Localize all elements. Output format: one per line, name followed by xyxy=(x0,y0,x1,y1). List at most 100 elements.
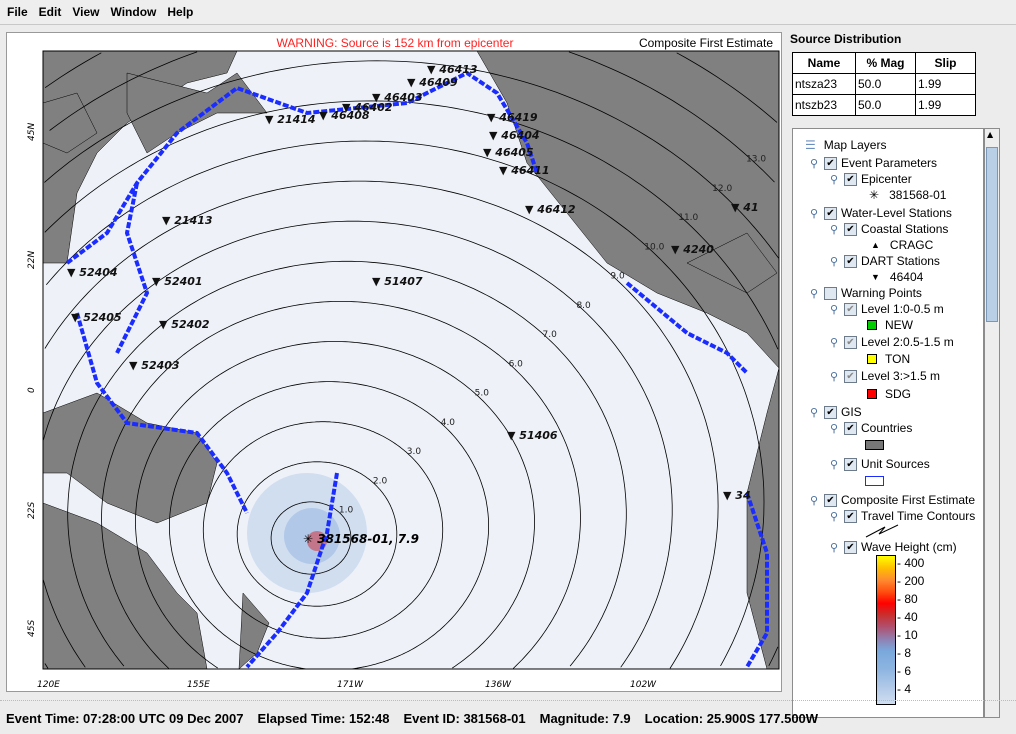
dart-station-label[interactable]: ▼ 51407 xyxy=(372,275,423,288)
lat-label: 22N xyxy=(27,251,37,269)
checkbox-dart[interactable]: ✔ xyxy=(844,254,857,268)
legend-tick: - 8 xyxy=(897,646,912,660)
expand-pin-icon[interactable]: ⚲ xyxy=(830,510,844,523)
table-row[interactable]: ntszb23 50.0 1.99 xyxy=(792,94,976,116)
location: Location: 25.900S 177.500W xyxy=(644,711,819,726)
expand-pin-icon[interactable]: ⚲ xyxy=(830,422,844,435)
expand-pin-icon[interactable]: ⚲ xyxy=(810,157,824,170)
lat-label: 45N xyxy=(27,123,37,141)
layer-gis: GIS xyxy=(841,405,862,419)
menu-bar: File Edit View Window Help xyxy=(0,0,1016,25)
contour-label: 3.0 xyxy=(407,447,422,457)
menu-help[interactable]: Help xyxy=(164,5,201,19)
layer-tree-scrollbar[interactable]: ▲ xyxy=(984,128,1000,718)
lon-label: 102W xyxy=(630,680,657,690)
checkbox-unit-sources[interactable]: ✔ xyxy=(844,457,857,471)
checkbox-level2[interactable]: ✔ xyxy=(844,335,857,349)
table-row[interactable]: ntsza23 50.0 1.99 xyxy=(792,73,976,95)
dart-station-label[interactable]: ▼ 46404 xyxy=(489,129,540,142)
checkbox-coastal[interactable]: ✔ xyxy=(844,222,857,236)
scroll-thumb[interactable] xyxy=(986,147,998,322)
expand-pin-icon[interactable]: ⚲ xyxy=(830,255,844,268)
legend-tick: - 6 xyxy=(897,664,912,678)
layer-travel-time: Travel Time Contours xyxy=(861,509,976,523)
checkbox-travel-time[interactable]: ✔ xyxy=(844,509,857,523)
expand-pin-icon[interactable]: ⚲ xyxy=(830,223,844,236)
layer-event-parameters: Event Parameters xyxy=(841,156,938,170)
menu-view[interactable]: View xyxy=(69,5,107,19)
expand-pin-icon[interactable]: ⚲ xyxy=(830,336,844,349)
dart-station-label[interactable]: ▼ 52402 xyxy=(159,318,210,331)
checkbox-composite[interactable]: ✔ xyxy=(824,493,837,507)
layer-dart: DART Stations xyxy=(861,254,940,268)
layer-coastal: Coastal Stations xyxy=(861,222,949,236)
status-bar: Event Time: 07:28:00 UTC 09 Dec 2007 Elap… xyxy=(0,700,1016,734)
expand-pin-icon[interactable]: ⚲ xyxy=(810,287,824,300)
contour-label: 6.0 xyxy=(509,359,524,369)
event-id: Event ID: 381568-01 xyxy=(403,711,526,726)
legend-tick: - 10 xyxy=(897,628,918,642)
dart-station-label[interactable]: ▼ 52401 xyxy=(152,275,203,288)
dart-station-label[interactable]: ▼ 46409 xyxy=(407,76,458,89)
map-panel[interactable]: 1.0 2.0 3.0 4.0 5.0 6.0 7.0 8.0 9.0 10.0 11.0 12.0 1… xyxy=(6,32,782,692)
dart-station-label[interactable]: ▼ 21413 xyxy=(162,214,213,227)
checkbox-epicenter[interactable]: ✔ xyxy=(844,172,857,186)
layer-composite: Composite First Estimate xyxy=(841,493,976,507)
coastal-item: CRAGC xyxy=(889,238,934,252)
dart-station-label[interactable]: ▼ 51406 xyxy=(507,429,558,442)
dart-station-label[interactable]: ▼ 34 xyxy=(723,489,751,502)
expand-pin-icon[interactable]: ⚲ xyxy=(830,370,844,383)
checkbox-countries[interactable]: ✔ xyxy=(844,421,857,435)
cell: 50.0 xyxy=(855,73,916,95)
dart-station-label[interactable]: ▼ 46411 xyxy=(499,164,550,177)
dart-station-label[interactable]: ▼ 52404 xyxy=(67,266,118,279)
dart-station-label[interactable]: ▼ 21414 xyxy=(265,113,316,126)
lat-label: 22S xyxy=(27,502,37,519)
checkbox-level1[interactable]: ✔ xyxy=(844,302,857,316)
dart-station-label[interactable]: ▼ 46413 xyxy=(427,63,478,76)
contour-line-icon xyxy=(865,524,899,538)
source-distribution-table: Name % Mag Slip ntsza23 50.0 1.99 ntszb2… xyxy=(792,52,976,116)
cell: 1.99 xyxy=(915,94,976,116)
checkbox-water-level[interactable]: ✔ xyxy=(824,206,837,220)
checkbox-gis[interactable]: ✔ xyxy=(824,405,837,419)
col-slip[interactable]: Slip xyxy=(915,52,976,74)
dart-station-label[interactable]: ▼ 46408 xyxy=(319,109,370,122)
expand-pin-icon[interactable]: ⚲ xyxy=(810,406,824,419)
checkbox-warning-points[interactable] xyxy=(824,286,837,300)
dart-station-label[interactable]: ▼ 52405 xyxy=(71,311,122,324)
layers-icon: ☰ xyxy=(805,138,816,152)
checkbox-event-parameters[interactable]: ✔ xyxy=(824,156,837,170)
menu-edit[interactable]: Edit xyxy=(36,5,70,19)
dart-station-label[interactable]: ▼ 4240 xyxy=(671,243,714,256)
layer-unit-sources: Unit Sources xyxy=(861,457,930,471)
menu-file[interactable]: File xyxy=(4,5,36,19)
expand-pin-icon[interactable]: ⚲ xyxy=(810,494,824,507)
dart-station-label[interactable]: ▼ 41 xyxy=(731,201,759,214)
dart-station-label[interactable]: ▼ 46412 xyxy=(525,203,576,216)
col-mag[interactable]: % Mag xyxy=(855,52,916,74)
lat-label: 45S xyxy=(27,620,37,637)
scroll-up-icon[interactable]: ▲ xyxy=(987,130,993,139)
checkbox-wave-height[interactable]: ✔ xyxy=(844,540,857,554)
dart-station-label[interactable]: ▼ 52403 xyxy=(129,359,180,372)
level1-item: NEW xyxy=(885,318,913,332)
layer-level2: Level 2:0.5-1.5 m xyxy=(861,335,954,349)
expand-pin-icon[interactable]: ⚲ xyxy=(830,303,844,316)
layer-level1: Level 1:0-0.5 m xyxy=(861,302,944,316)
expand-pin-icon[interactable]: ⚲ xyxy=(830,541,844,554)
col-name[interactable]: Name xyxy=(792,52,856,74)
checkbox-level3[interactable]: ✔ xyxy=(844,369,857,383)
legend-tick: - 80 xyxy=(897,592,918,606)
expand-pin-icon[interactable]: ⚲ xyxy=(830,458,844,471)
lon-label: 171W xyxy=(337,680,364,690)
dart-station-label[interactable]: ▼ 46405 xyxy=(483,146,534,159)
expand-pin-icon[interactable]: ⚲ xyxy=(830,173,844,186)
expand-pin-icon[interactable]: ⚲ xyxy=(810,207,824,220)
dart-station-label[interactable]: ▼ 46419 xyxy=(487,111,538,124)
epicenter-marker[interactable]: ✳ 381568-01, 7.9 xyxy=(303,532,419,546)
map-canvas[interactable]: 1.0 2.0 3.0 4.0 5.0 6.0 7.0 8.0 9.0 10.0 11.0 12.0 1… xyxy=(7,33,783,693)
lat-label: 0 xyxy=(27,387,37,393)
green-swatch xyxy=(867,320,877,330)
menu-window[interactable]: Window xyxy=(107,5,164,19)
